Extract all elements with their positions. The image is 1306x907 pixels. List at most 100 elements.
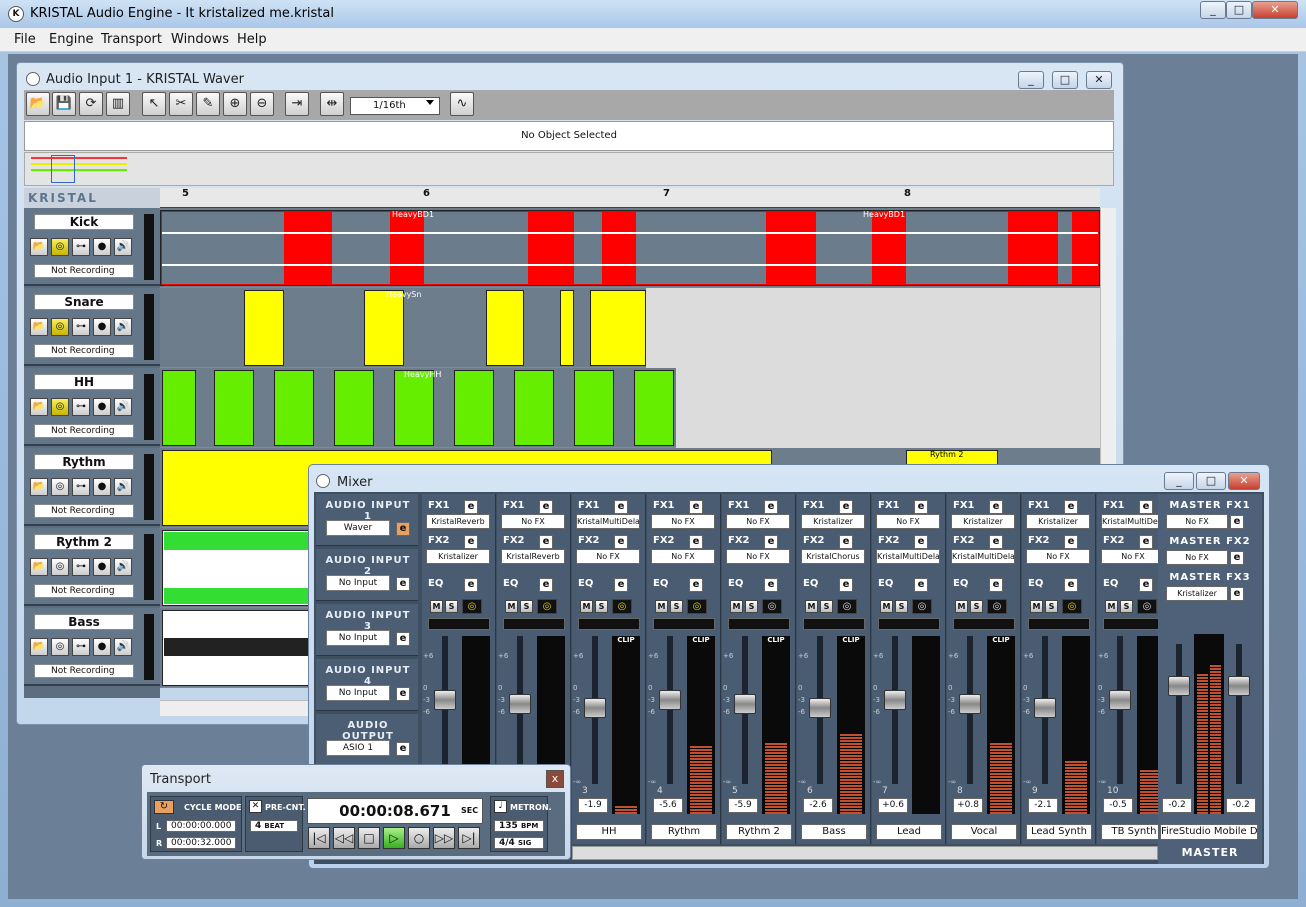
record-icon[interactable]: ● (93, 638, 111, 656)
eq-edit-button[interactable]: e (539, 578, 553, 592)
fx2-edit-button[interactable]: e (689, 535, 703, 549)
channel-fader[interactable] (509, 694, 531, 714)
speaker-icon[interactable]: 🔊 (114, 478, 132, 496)
master-fx2-select[interactable]: No FX (1166, 550, 1228, 565)
fx1-select[interactable]: No FX (651, 514, 715, 529)
minimize-button[interactable]: _ (1200, 1, 1226, 19)
record-icon[interactable]: ● (93, 398, 111, 416)
metronome-icon[interactable]: ♩ (494, 800, 507, 813)
record-arm-icon[interactable]: ◎ (837, 599, 857, 614)
input-edit-button[interactable]: e (396, 577, 410, 591)
menu-file[interactable]: File (14, 32, 36, 47)
fx2-edit-button[interactable]: e (764, 535, 778, 549)
input-icon[interactable]: ⊶ (72, 478, 90, 496)
record-arm-icon[interactable]: ◎ (762, 599, 782, 614)
snap-icon[interactable]: ⇥ (285, 92, 309, 116)
solo-button[interactable]: S (970, 600, 983, 613)
fx2-edit-button[interactable]: e (614, 535, 628, 549)
record-arm-icon[interactable]: ◎ (537, 599, 557, 614)
fx2-edit-button[interactable]: e (539, 535, 553, 549)
link-icon[interactable]: ◎ (51, 318, 69, 336)
waver-close-button[interactable]: ✕ (1086, 71, 1112, 89)
channel-name[interactable]: Lead (876, 824, 942, 840)
folder-icon[interactable]: 📂 (30, 478, 48, 496)
master-fader-left[interactable] (1168, 676, 1190, 696)
bpm-value[interactable]: 135 (499, 821, 518, 831)
recording-select[interactable]: Not Recording (34, 504, 134, 518)
solo-button[interactable]: S (1045, 600, 1058, 613)
channel-fader[interactable] (734, 694, 756, 714)
solo-button[interactable]: S (820, 600, 833, 613)
input-icon[interactable]: ⊶ (72, 398, 90, 416)
menu-windows[interactable]: Windows (171, 32, 229, 47)
recording-select[interactable]: Not Recording (34, 424, 134, 438)
speaker-icon[interactable]: 🔊 (114, 238, 132, 256)
pan-control[interactable] (503, 618, 565, 630)
mute-button[interactable]: M (580, 600, 593, 613)
pan-control[interactable] (1103, 618, 1165, 630)
record-icon[interactable]: ● (93, 558, 111, 576)
speaker-icon[interactable]: 🔊 (114, 318, 132, 336)
fx2-select[interactable]: No FX (576, 549, 640, 564)
fx1-edit-button[interactable]: e (914, 500, 928, 514)
record-icon[interactable]: ● (93, 478, 111, 496)
eq-edit-button[interactable]: e (1139, 578, 1153, 592)
master-fx1-edit-button[interactable]: e (1230, 515, 1244, 529)
record-arm-icon[interactable]: ◎ (612, 599, 632, 614)
channel-fader[interactable] (659, 690, 681, 710)
channel-name[interactable]: HH (576, 824, 642, 840)
recording-select[interactable]: Not Recording (34, 264, 134, 278)
fx1-edit-button[interactable]: e (539, 500, 553, 514)
eq-edit-button[interactable]: e (689, 578, 703, 592)
record-arm-icon[interactable]: ◎ (1137, 599, 1157, 614)
solo-button[interactable]: S (595, 600, 608, 613)
link-icon[interactable]: ◎ (51, 478, 69, 496)
mute-button[interactable]: M (880, 600, 893, 613)
channel-fader[interactable] (1109, 690, 1131, 710)
input-select[interactable]: ASIO 1 (326, 740, 390, 756)
channel-fader[interactable] (809, 698, 831, 718)
record-arm-icon[interactable]: ◎ (912, 599, 932, 614)
input-icon[interactable]: ⊶ (72, 238, 90, 256)
master-fx3-select[interactable]: Kristalizer (1166, 586, 1228, 601)
right-locator-input[interactable]: 00:00:32.000 (166, 837, 236, 849)
play-button[interactable]: ▷ (383, 827, 405, 849)
scissors-icon[interactable]: ✂ (169, 92, 193, 116)
fx1-select[interactable]: KristalReverb (426, 514, 490, 529)
fx1-edit-button[interactable]: e (989, 500, 1003, 514)
eq-edit-button[interactable]: e (839, 578, 853, 592)
track-name[interactable]: Rythm 2 (34, 534, 134, 550)
fx1-select[interactable]: No FX (876, 514, 940, 529)
link-icon[interactable]: ◎ (51, 398, 69, 416)
input-select[interactable]: Waver (326, 520, 390, 536)
maximize-button[interactable]: □ (1226, 1, 1252, 19)
track-name[interactable]: Snare (34, 294, 134, 310)
record-arm-icon[interactable]: ◎ (687, 599, 707, 614)
input-select[interactable]: No Input (326, 575, 390, 591)
link-icon[interactable]: ◎ (51, 558, 69, 576)
channel-fader[interactable] (584, 698, 606, 718)
eq-edit-button[interactable]: e (1064, 578, 1078, 592)
record-icon[interactable]: ● (93, 238, 111, 256)
record-icon[interactable]: ● (93, 318, 111, 336)
record-arm-icon[interactable]: ◎ (462, 599, 482, 614)
pan-control[interactable] (653, 618, 715, 630)
mute-button[interactable]: M (505, 600, 518, 613)
speaker-icon[interactable]: 🔊 (114, 638, 132, 656)
pencil-icon[interactable]: ✎ (196, 92, 220, 116)
input-icon[interactable]: ⊶ (72, 638, 90, 656)
fx1-select[interactable]: KristalMultiDelay (576, 514, 640, 529)
fx2-edit-button[interactable]: e (914, 535, 928, 549)
fx2-select[interactable]: KristalMultiDelay (876, 549, 940, 564)
precount-value[interactable]: 4 (255, 821, 261, 831)
stop-button[interactable]: □ (358, 827, 380, 849)
channel-fader[interactable] (884, 690, 906, 710)
waver-minimize-button[interactable]: _ (1018, 71, 1044, 89)
input-edit-button[interactable]: e (396, 522, 410, 536)
recording-select[interactable]: Not Recording (34, 584, 134, 598)
fx2-select[interactable]: No FX (1026, 549, 1090, 564)
eq-edit-button[interactable]: e (464, 578, 478, 592)
pan-control[interactable] (578, 618, 640, 630)
precount-toggle[interactable]: ✕ (249, 800, 262, 813)
fx2-select[interactable]: No FX (726, 549, 790, 564)
